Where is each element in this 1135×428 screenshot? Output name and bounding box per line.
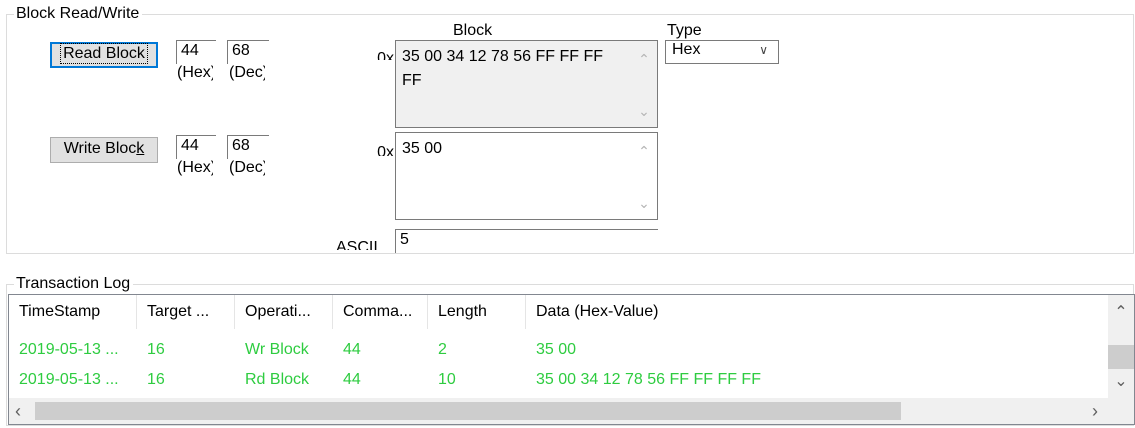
read-hex-input[interactable]: 44 bbox=[176, 40, 216, 64]
write-data-textarea[interactable]: 35 00 ⌃ ⌄ bbox=[395, 132, 658, 220]
transaction-log-title: Transaction Log bbox=[14, 275, 134, 293]
cell-command: 44 bbox=[343, 341, 361, 358]
scroll-down-icon[interactable]: ⌄ bbox=[631, 103, 657, 119]
read-dec-label: (Dec) bbox=[229, 64, 265, 81]
cell-length: 2 bbox=[438, 341, 447, 358]
write-dec-label: (Dec) bbox=[229, 159, 265, 176]
cell-length: 10 bbox=[438, 371, 456, 388]
log-horizontal-scrollbar[interactable]: ‹ › bbox=[9, 398, 1108, 424]
scroll-down-icon[interactable]: ⌄ bbox=[631, 195, 657, 211]
write-hex-label: (Hex) bbox=[177, 159, 213, 176]
chevron-down-icon: ∨ bbox=[759, 43, 768, 57]
type-select[interactable]: Hex ∨ bbox=[665, 40, 779, 64]
write-0x-label: 0x bbox=[377, 144, 394, 156]
cell-timestamp: 2019-05-13 ... bbox=[19, 371, 119, 388]
block-read-write-title: Block Read/Write bbox=[14, 5, 143, 23]
scroll-down-icon[interactable]: ⌄ bbox=[1108, 374, 1134, 390]
scroll-left-icon[interactable]: ‹ bbox=[15, 401, 21, 421]
write-block-button[interactable]: Write Block bbox=[50, 137, 158, 163]
col-operation[interactable]: Operati... bbox=[235, 295, 333, 329]
read-hex-label: (Hex) bbox=[177, 64, 213, 81]
scrollbar-corner bbox=[1108, 398, 1134, 424]
scroll-right-icon[interactable]: › bbox=[1092, 401, 1098, 421]
cell-timestamp: 2019-05-13 ... bbox=[19, 341, 119, 358]
read-data-textarea[interactable]: 35 00 34 12 78 56 FF FF FF FF ⌃ ⌄ bbox=[395, 40, 658, 128]
read-block-button[interactable]: Read Block bbox=[50, 42, 158, 68]
ascii-input[interactable]: 5 bbox=[395, 229, 658, 253]
cell-operation: Wr Block bbox=[245, 341, 309, 358]
transaction-log-list[interactable]: TimeStamp Target ... Operati... Comma...… bbox=[8, 294, 1135, 425]
horizontal-scroll-thumb[interactable] bbox=[35, 402, 901, 420]
write-dec-input[interactable]: 68 bbox=[227, 135, 269, 159]
scroll-up-icon[interactable]: ⌃ bbox=[631, 51, 657, 67]
vertical-scroll-thumb[interactable] bbox=[1108, 345, 1134, 369]
col-timestamp[interactable]: TimeStamp bbox=[9, 295, 137, 329]
cell-command: 44 bbox=[343, 371, 361, 388]
ascii-label: ASCII bbox=[336, 239, 378, 250]
cell-operation: Rd Block bbox=[245, 371, 310, 388]
write-block-button-label: Write Bloc bbox=[63, 140, 137, 157]
scroll-up-icon[interactable]: ⌃ bbox=[1108, 305, 1134, 321]
write-hex-input[interactable]: 44 bbox=[176, 135, 216, 159]
type-header: Type bbox=[667, 22, 702, 39]
cell-data: 35 00 34 12 78 56 FF FF FF FF bbox=[536, 371, 761, 388]
type-select-value: Hex bbox=[672, 41, 701, 58]
read-0x-label: 0x bbox=[377, 50, 394, 60]
read-data-scrollbar[interactable]: ⌃ ⌄ bbox=[631, 41, 657, 127]
write-data-text: 35 00 bbox=[402, 140, 443, 157]
col-length[interactable]: Length bbox=[428, 295, 526, 329]
cell-target: 16 bbox=[147, 341, 165, 358]
log-vertical-scrollbar[interactable]: ⌃ ⌄ bbox=[1108, 295, 1134, 398]
col-data[interactable]: Data (Hex-Value) bbox=[526, 295, 1109, 329]
cell-data: 35 00 bbox=[536, 341, 577, 358]
scroll-up-icon[interactable]: ⌃ bbox=[631, 143, 657, 159]
col-command[interactable]: Comma... bbox=[333, 295, 428, 329]
write-data-scrollbar[interactable]: ⌃ ⌄ bbox=[631, 133, 657, 219]
read-dec-input[interactable]: 68 bbox=[227, 40, 269, 64]
write-block-button-mnemonic: k bbox=[136, 140, 145, 157]
col-target[interactable]: Target ... bbox=[137, 295, 235, 329]
cell-target: 16 bbox=[147, 371, 165, 388]
read-data-text: 35 00 34 12 78 56 FF FF FF FF bbox=[402, 48, 603, 89]
read-block-button-label: Read Block bbox=[60, 43, 148, 64]
block-header: Block bbox=[453, 22, 493, 39]
